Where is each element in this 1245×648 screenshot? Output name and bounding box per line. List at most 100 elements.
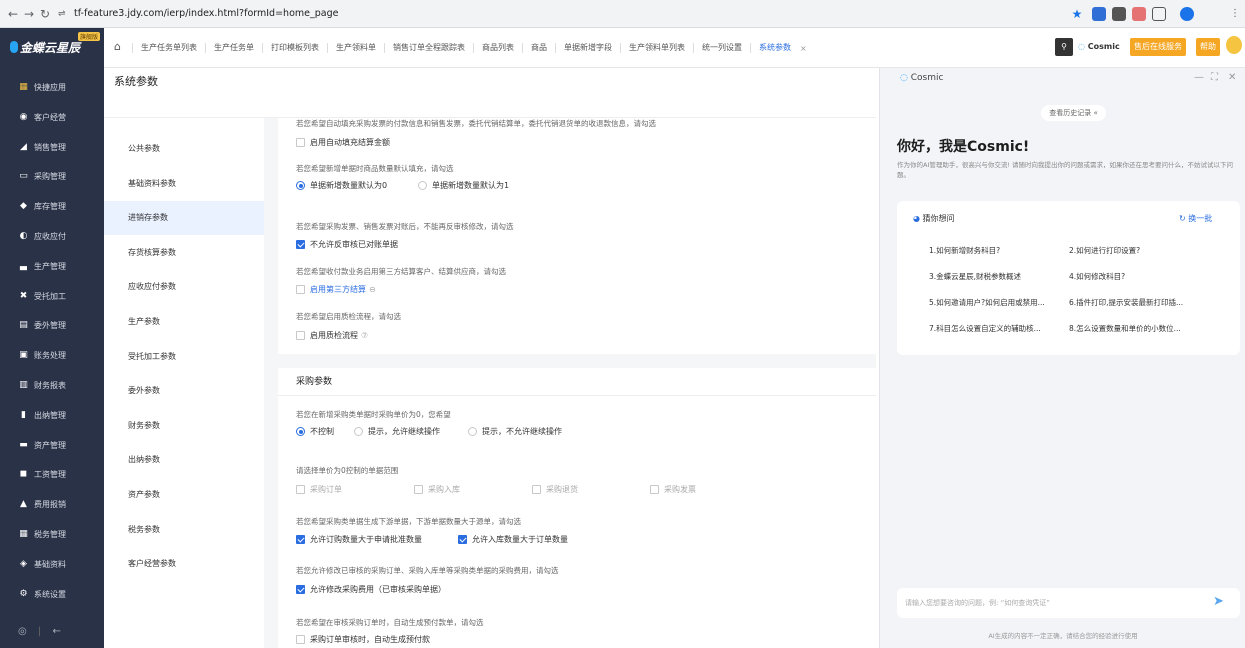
tab-item[interactable]: 商品 — [522, 43, 555, 53]
qty-default-0-radio[interactable]: 单据新增数量默认为0 — [296, 180, 387, 191]
more-menu-icon[interactable]: ⋮ — [1228, 7, 1242, 21]
suggested-question[interactable]: 6.插件打印,提示安装最新打印插... — [1069, 297, 1209, 308]
order-gt-checkbox[interactable]: 允许订购数量大于申请批准数量 — [296, 534, 422, 545]
scope-checkbox[interactable]: 采购入库 — [414, 484, 460, 495]
suggested-question[interactable]: 4.如何修改科目? — [1069, 271, 1209, 282]
tab-item[interactable]: 生产领料单 — [327, 43, 384, 53]
suggested-question[interactable]: 7.科目怎么设置自定义的辅助核... — [929, 323, 1067, 334]
suggested-question[interactable]: 5.如何邀请用户?如何启用或禁用... — [929, 297, 1067, 308]
warn-deny-radio[interactable]: 提示，不允许继续操作 — [468, 426, 562, 437]
sidebar-item[interactable]: ▃ 生产管理 — [0, 252, 104, 281]
param-nav-item[interactable]: 基础资料参数 — [104, 167, 264, 201]
sidebar-item[interactable]: ◐ 应收应付 — [0, 222, 104, 251]
history-button[interactable]: 查看历史记录 « — [1041, 105, 1106, 121]
sidebar-item[interactable]: ▣ 账务处理 — [0, 341, 104, 370]
tab-item[interactable]: 单据新增字段 — [555, 43, 620, 53]
sidebar-item[interactable]: ◼ 工资管理 — [0, 460, 104, 489]
param-nav-item[interactable]: 资产参数 — [104, 478, 264, 512]
user-avatar[interactable] — [1226, 36, 1242, 54]
suggested-question[interactable]: 1.如何新增财务科目? — [929, 245, 1067, 256]
scope-checkbox[interactable]: 采购退货 — [532, 484, 578, 495]
expand-icon[interactable]: ⛶ — [1211, 72, 1218, 83]
no-control-radio[interactable]: 不控制 — [296, 426, 334, 437]
param-nav-item[interactable]: 应收应付参数 — [104, 270, 264, 304]
param-nav-item[interactable]: 客户经营参数 — [104, 547, 264, 581]
bookmark-star-icon[interactable]: ★ — [1070, 7, 1084, 21]
minimize-icon[interactable]: — — [1194, 72, 1204, 83]
question-input[interactable]: 请输入您想要咨询的问题，例: “如何查询凭证” ➤ — [897, 588, 1240, 618]
tab-item[interactable]: 商品列表 — [473, 43, 522, 53]
param-nav-item[interactable]: 公共参数 — [104, 132, 264, 166]
tab-item[interactable]: 统一列设置 — [693, 43, 750, 53]
help-button[interactable]: 帮助 — [1196, 38, 1220, 56]
site-settings-icon[interactable]: ⇌ — [58, 4, 66, 24]
auto-fill-checkbox[interactable]: 启用自动填充结算金额 — [296, 137, 390, 148]
tab-close-icon[interactable]: × — [800, 44, 807, 53]
collapse-arrow-icon[interactable]: ← — [52, 626, 60, 637]
sidebar-item[interactable]: ▭ 采购管理 — [0, 162, 104, 191]
tab-item[interactable]: 打印模板列表 — [262, 43, 327, 53]
search-icon[interactable]: ⚲ — [1055, 38, 1073, 56]
chevron-up-icon: « — [1093, 109, 1098, 117]
tab-item[interactable]: 生产任务单列表 — [132, 43, 205, 53]
third-party-checkbox[interactable]: 启用第三方结算 ⊖ — [296, 284, 376, 295]
sidebar-item[interactable]: ▦ 税务管理 — [0, 520, 104, 549]
forward-icon[interactable]: → — [22, 7, 36, 21]
param-nav-item[interactable]: 生产参数 — [104, 305, 264, 339]
sidebar-item[interactable]: ▬ 资产管理 — [0, 431, 104, 460]
tab-item[interactable]: 系统参数 — [750, 43, 799, 53]
sidebar-item[interactable]: ◉ 客户经营 — [0, 103, 104, 132]
param-nav-item[interactable]: 出纳参数 — [104, 443, 264, 477]
sidebar-item[interactable]: ⚙ 系统设置 — [0, 580, 104, 609]
no-unaudit-checkbox[interactable]: 不允许反审核已对账单据 — [296, 239, 398, 250]
settings-circle-icon[interactable]: ◎ — [18, 626, 27, 637]
sidebar-item[interactable]: ▤ 委外管理 — [0, 311, 104, 340]
scope-checkbox[interactable]: 采购发票 — [650, 484, 696, 495]
param-nav-item[interactable]: 存货核算参数 — [104, 236, 264, 270]
help-circle-icon[interactable]: ⑦ — [361, 331, 368, 340]
sidebar-item[interactable]: ✖ 受托加工 — [0, 282, 104, 311]
extension-icon[interactable] — [1112, 7, 1126, 21]
send-icon[interactable]: ➤ — [1213, 594, 1224, 609]
extension-icon[interactable] — [1132, 7, 1146, 21]
sidebar-item-label: 应收应付 — [34, 232, 66, 241]
extension-icon[interactable] — [1092, 7, 1106, 21]
qty-default-1-radio[interactable]: 单据新增数量默认为1 — [418, 180, 509, 191]
service-button[interactable]: 售后在线服务 — [1130, 38, 1186, 56]
address-bar[interactable]: tf-feature3.jdy.com/ierp/index.html?form… — [74, 4, 874, 24]
sidebar-item[interactable]: ◢ 销售管理 — [0, 133, 104, 162]
close-icon[interactable]: ✕ — [1228, 72, 1236, 83]
inbound-gt-checkbox[interactable]: 允许入库数量大于订单数量 — [458, 534, 568, 545]
refresh-button[interactable]: ↻ 换一批 — [1179, 213, 1212, 224]
sidebar-item[interactable]: ▮ 出纳管理 — [0, 401, 104, 430]
sidebar-item[interactable]: ▲ 费用报销 — [0, 490, 104, 519]
scope-checkbox[interactable]: 采购订单 — [296, 484, 342, 495]
warn-allow-radio[interactable]: 提示，允许继续操作 — [354, 426, 440, 437]
param-nav-item[interactable]: 进销存参数 — [104, 201, 264, 236]
cosmic-button[interactable]: ◌ Cosmic — [1078, 38, 1120, 56]
tab-item[interactable]: 生产领料单列表 — [620, 43, 693, 53]
tab-item[interactable]: 生产任务单 — [205, 43, 262, 53]
sidebar-item[interactable]: ◆ 库存管理 — [0, 192, 104, 221]
back-icon[interactable]: ← — [6, 7, 20, 21]
param-nav-item[interactable]: 税务参数 — [104, 513, 264, 547]
edit-fee-checkbox[interactable]: 允许修改采购费用（已审核采购单据） — [296, 584, 446, 595]
suggested-question[interactable]: 3.金蝶云星辰,财税参数概述 — [929, 271, 1067, 282]
sidebar-item[interactable]: ▥ 财务报表 — [0, 371, 104, 400]
profile-avatar[interactable] — [1180, 7, 1194, 21]
suggested-question[interactable]: 8.怎么设置数量和单价的小数位... — [1069, 323, 1209, 334]
tab-item[interactable]: 销售订单全程跟踪表 — [384, 43, 473, 53]
info-icon[interactable]: ⊖ — [369, 285, 376, 294]
suggested-question[interactable]: 2.如何进行打印设置? — [1069, 245, 1209, 256]
prepay-checkbox[interactable]: 采购订单审核时，自动生成预付款 — [296, 634, 430, 645]
extensions-puzzle-icon[interactable] — [1152, 7, 1166, 21]
sidebar-item[interactable]: ◈ 基础资料 — [0, 550, 104, 579]
question-text: 请选择单价为0控制的单据范围 — [296, 466, 399, 475]
reload-icon[interactable]: ↻ — [38, 7, 52, 21]
qc-checkbox[interactable]: 启用质检流程 ⑦ — [296, 330, 368, 341]
param-nav-item[interactable]: 受托加工参数 — [104, 340, 264, 374]
home-icon[interactable]: ⌂ — [114, 40, 121, 53]
sidebar-item[interactable]: ▦ 快捷应用 — [0, 73, 104, 102]
param-nav-item[interactable]: 财务参数 — [104, 409, 264, 443]
param-nav-item[interactable]: 委外参数 — [104, 374, 264, 408]
